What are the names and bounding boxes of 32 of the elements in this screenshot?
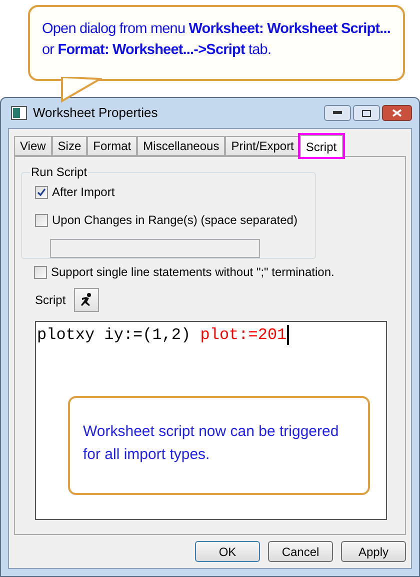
checkbox-label: Upon Changes in Range(s) (space separated) [52, 212, 298, 229]
dialog-button[interactable]: Cancel [268, 541, 333, 562]
dialog-button[interactable]: OK [195, 541, 260, 562]
close-button[interactable] [382, 105, 412, 121]
script-label: Script [35, 292, 66, 309]
tab[interactable]: Miscellaneous [137, 136, 226, 156]
window-title: Worksheet Properties [33, 104, 158, 122]
tab[interactable]: Script [300, 135, 343, 157]
annotation-text: Worksheet script now can be triggered for all import types. [83, 422, 340, 465]
minimize-button[interactable] [324, 105, 351, 121]
checkbox[interactable] [35, 186, 48, 198]
close-icon [392, 109, 402, 117]
maximize-button[interactable] [353, 105, 380, 121]
tab[interactable]: Print/Export [225, 136, 300, 156]
callout-text: Open dialog from menu Worksheet: Worksheet Script... or Format: Worksheet...->Script tab. [42, 20, 391, 60]
checkmark-icon [37, 188, 46, 196]
tab[interactable]: Size [52, 136, 88, 156]
range-input-field[interactable] [50, 239, 260, 258]
dialog-button[interactable]: Apply [341, 541, 406, 562]
checkbox-label: Support single line statements without ";" termination. [51, 264, 334, 281]
tab[interactable]: Format [87, 136, 138, 156]
checkbox-label: After Import [52, 184, 115, 201]
window-app-icon [11, 106, 27, 120]
tab[interactable]: View [14, 136, 52, 156]
script-code: plotxy iy:=(1,2) plot:=201 [37, 325, 289, 345]
maximize-icon [362, 110, 371, 116]
checkbox[interactable] [35, 214, 48, 226]
script-editor[interactable]: plotxy iy:=(1,2) plot:=201 Worksheet script now can be triggered for all import types. [35, 321, 387, 520]
group-title: Run Script [30, 165, 88, 179]
run-button[interactable] [74, 288, 99, 312]
checkbox[interactable] [34, 266, 47, 278]
minimize-icon [333, 111, 342, 115]
